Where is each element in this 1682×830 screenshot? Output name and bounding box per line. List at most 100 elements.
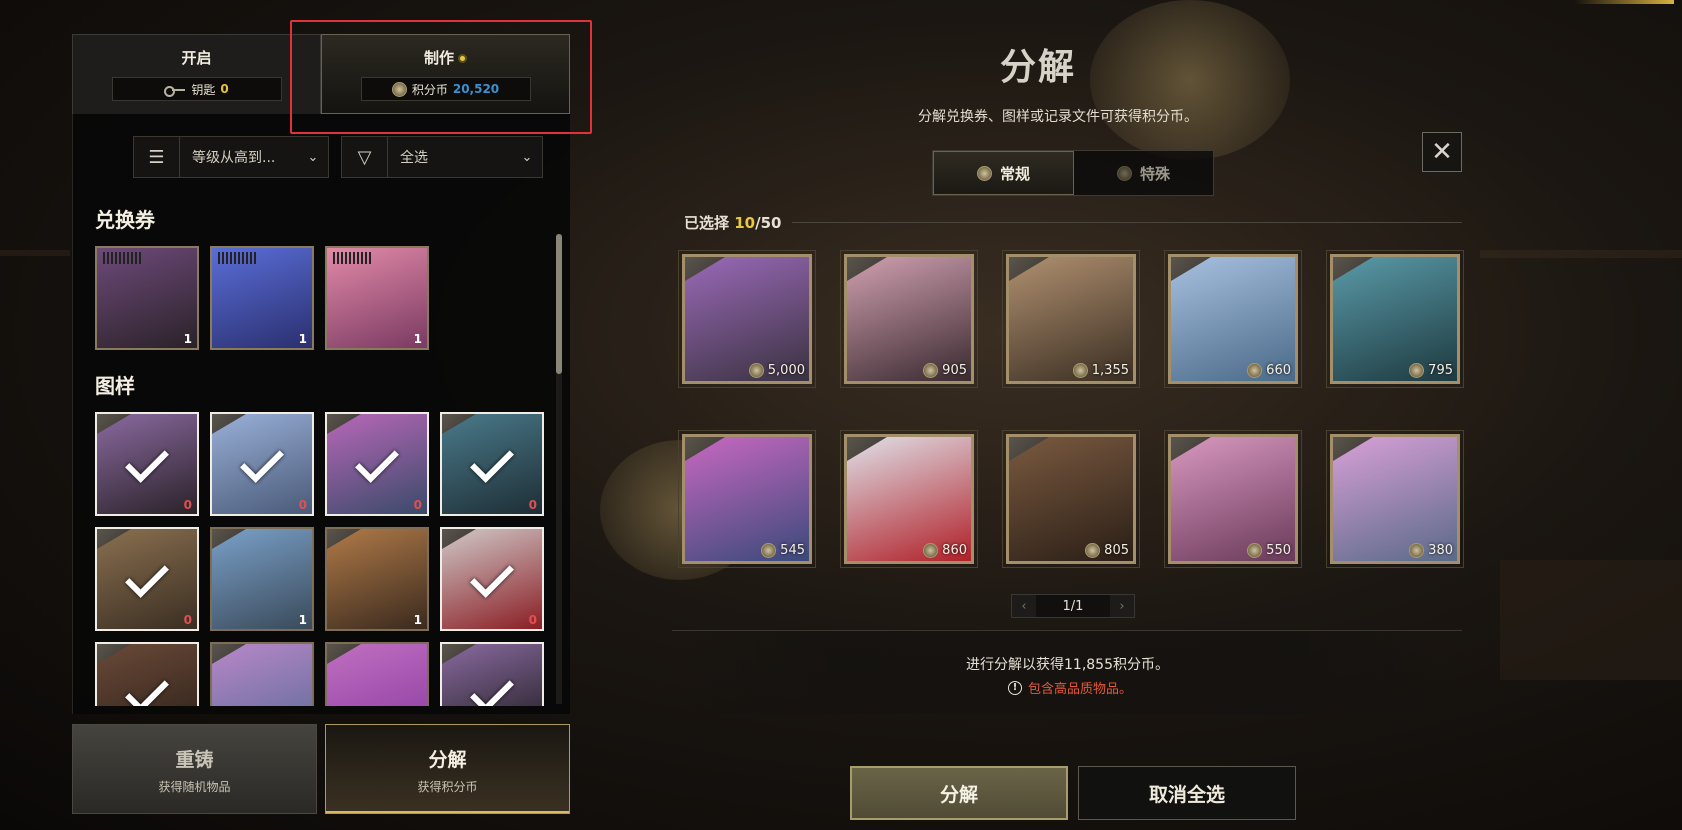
close-icon: ✕ xyxy=(1431,137,1453,167)
tab-open-label: 开启 xyxy=(181,49,212,67)
tab-special-label: 特殊 xyxy=(1139,164,1170,183)
selected-item-card[interactable]: 860 xyxy=(840,430,978,568)
item-value-number: 1,355 xyxy=(1091,363,1129,378)
barcode-icon xyxy=(103,252,143,264)
scrollbar[interactable] xyxy=(556,234,562,704)
vouchers-section-title: 兑换券 xyxy=(95,208,155,232)
item-value: 660 xyxy=(1247,363,1291,378)
reforge-button[interactable]: 重铸 获得随机物品 xyxy=(72,724,317,814)
page-subtitle: 分解兑换券、图样或记录文件可获得积分币。 xyxy=(918,109,1198,125)
pattern-card[interactable] xyxy=(95,642,199,706)
coin-icon xyxy=(1409,543,1425,558)
coin-icon xyxy=(976,165,992,181)
pattern-card[interactable] xyxy=(440,642,544,706)
pattern-card[interactable]: 1 xyxy=(325,527,429,631)
key-icon xyxy=(164,84,186,97)
voucher-card[interactable]: 1 xyxy=(95,246,199,350)
decompose-mode-title: 分解 xyxy=(428,749,467,771)
sort-dropdown[interactable]: ☰ 等级从高到... ⌄ xyxy=(133,136,329,178)
reforge-subtitle: 获得随机物品 xyxy=(158,780,231,794)
pattern-quantity: 0 xyxy=(413,498,422,512)
chevron-down-icon: ⌄ xyxy=(307,149,319,165)
key-counter-value: 0 xyxy=(220,82,229,96)
coin-icon xyxy=(748,363,764,378)
pattern-card[interactable]: 0 xyxy=(95,412,199,516)
pattern-card[interactable] xyxy=(210,642,314,706)
decompose-summary: 进行分解以获得11,855积分币。 xyxy=(966,657,1169,673)
inventory-panel: ☰ 等级从高到... ⌄ ▽ 全选 ⌄ 兑换券 1 1 1 图样 0 0 0 0 0 1 1 0 xyxy=(72,114,570,714)
coin-icon xyxy=(1247,363,1263,378)
item-value: 805 xyxy=(1085,543,1129,558)
item-value-number: 550 xyxy=(1266,543,1291,558)
pattern-card[interactable]: 1 xyxy=(210,527,314,631)
barcode-icon xyxy=(333,252,373,264)
item-value: 860 xyxy=(923,543,967,558)
pattern-card[interactable]: 0 xyxy=(95,527,199,631)
selected-item-card[interactable]: 805 xyxy=(1002,430,1140,568)
pattern-quantity: 1 xyxy=(298,613,307,627)
special-coin-icon xyxy=(1116,165,1132,181)
coin-icon xyxy=(1409,363,1425,378)
selected-item-card[interactable]: 5,000 xyxy=(678,250,816,388)
scrollbar-thumb[interactable] xyxy=(556,234,562,374)
decompose-mode-button[interactable]: 分解 获得积分币 xyxy=(325,724,570,814)
pattern-card[interactable]: 0 xyxy=(325,412,429,516)
reforge-title: 重铸 xyxy=(175,749,214,771)
tab-special[interactable]: 特殊 xyxy=(1074,151,1213,195)
pattern-quantity: 0 xyxy=(183,613,192,627)
patterns-grid: 0 0 0 0 0 1 1 0 xyxy=(95,412,544,706)
item-value-number: 805 xyxy=(1104,543,1129,558)
pattern-quantity: 1 xyxy=(413,613,422,627)
pattern-card[interactable]: 0 xyxy=(210,412,314,516)
page-indicator: 1/1 xyxy=(1062,598,1084,614)
mode-buttons: 重铸 获得随机物品 分解 获得积分币 xyxy=(72,724,570,814)
pattern-quantity: 0 xyxy=(183,498,192,512)
voucher-quantity: 1 xyxy=(183,332,192,346)
decompose-type-tabs: 常规 特殊 xyxy=(932,150,1214,196)
item-value: 380 xyxy=(1409,543,1453,558)
selected-item-card[interactable]: 380 xyxy=(1326,430,1464,568)
selected-item-card[interactable]: 550 xyxy=(1164,430,1302,568)
close-button[interactable]: ✕ xyxy=(1422,132,1462,172)
selected-item-card[interactable]: 660 xyxy=(1164,250,1302,388)
left-panel: 开启 钥匙 0 制作 积分币 20,520 ☰ 等级从高到... ⌄ ▽ 全选 … xyxy=(72,34,570,814)
prev-page-button[interactable]: ‹ xyxy=(1012,595,1036,617)
selected-item-card[interactable]: 795 xyxy=(1326,250,1464,388)
background-table xyxy=(1500,560,1682,680)
background-shelf xyxy=(0,250,70,256)
pattern-card[interactable]: 0 xyxy=(440,527,544,631)
selected-item-card[interactable]: 545 xyxy=(678,430,816,568)
decompose-mode-subtitle: 获得积分币 xyxy=(417,780,478,794)
voucher-card[interactable]: 1 xyxy=(210,246,314,350)
selected-item-card[interactable]: 905 xyxy=(840,250,978,388)
selected-items-grid: 5,000 905 1,355 660 795 545 860 805 550 380 xyxy=(678,250,1464,568)
coin-icon xyxy=(1072,363,1088,378)
pattern-quantity: 0 xyxy=(298,498,307,512)
sort-dropdown-label: 等级从高到... xyxy=(192,150,276,166)
coin-icon xyxy=(1247,543,1263,558)
coin-icon xyxy=(761,543,777,558)
tab-normal[interactable]: 常规 xyxy=(933,151,1074,195)
quality-warning-text: 包含高品质物品。 xyxy=(1028,682,1133,697)
selected-count: 已选择 10/50 xyxy=(684,212,781,233)
next-page-button[interactable]: › xyxy=(1110,595,1134,617)
quality-warning: ! 包含高品质物品。 xyxy=(1008,678,1132,697)
pattern-quantity: 0 xyxy=(528,498,537,512)
item-value: 545 xyxy=(761,543,805,558)
pattern-card[interactable] xyxy=(325,642,429,706)
coin-icon xyxy=(923,543,939,558)
deselect-all-button[interactable]: 取消全选 xyxy=(1078,766,1296,820)
pattern-art xyxy=(212,529,312,629)
top-accent xyxy=(1574,0,1674,4)
voucher-quantity: 1 xyxy=(413,332,422,346)
tab-open[interactable]: 开启 钥匙 0 xyxy=(72,34,321,114)
background-shelf xyxy=(1480,250,1682,258)
filter-dropdown[interactable]: ▽ 全选 ⌄ xyxy=(341,136,543,178)
decompose-button[interactable]: 分解 xyxy=(850,766,1068,820)
voucher-card[interactable]: 1 xyxy=(325,246,429,350)
item-value-number: 545 xyxy=(780,543,805,558)
barcode-icon xyxy=(218,252,258,264)
item-value: 1,355 xyxy=(1072,363,1129,378)
pattern-card[interactable]: 0 xyxy=(440,412,544,516)
selected-item-card[interactable]: 1,355 xyxy=(1002,250,1140,388)
